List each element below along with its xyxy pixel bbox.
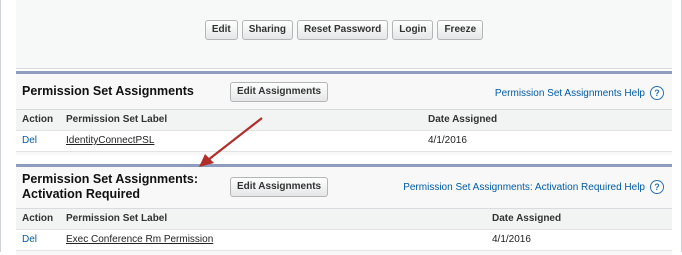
sharing-button[interactable]: Sharing: [241, 20, 293, 40]
column-header-permission-set-label[interactable]: Permission Set Label: [66, 209, 167, 229]
table-header-row: Action Permission Set Label Date Assigne…: [16, 110, 672, 131]
table-row: Del IdentityConnectPSL 4/1/2016: [16, 131, 672, 152]
date-assigned: 4/1/2016: [492, 234, 531, 245]
edit-assignments-button[interactable]: Edit Assignments: [230, 177, 329, 197]
column-header-date-assigned[interactable]: Date Assigned: [428, 110, 497, 130]
login-button[interactable]: Login: [392, 20, 434, 40]
table-header-row: Action Permission Set Label Date Assigne…: [16, 209, 672, 230]
activation-required-section: Permission Set Assignments: Activation R…: [16, 164, 672, 255]
section-title: Permission Set Assignments: Activation R…: [22, 172, 198, 201]
column-header-action: Action: [22, 114, 54, 125]
help-link-group: Permission Set Assignments Help ?: [495, 86, 664, 100]
section-title: Permission Set Assignments: [22, 84, 194, 98]
activation-required-table: Action Permission Set Label Date Assigne…: [16, 208, 672, 251]
help-link[interactable]: Permission Set Assignments: Activation R…: [403, 182, 645, 193]
reset-password-button[interactable]: Reset Password: [296, 20, 389, 40]
help-link-group: Permission Set Assignments: Activation R…: [403, 180, 664, 194]
help-icon[interactable]: ?: [650, 180, 664, 194]
assignments-table: Action Permission Set Label Date Assigne…: [16, 109, 672, 152]
help-link[interactable]: Permission Set Assignments Help: [495, 88, 645, 99]
column-header-date-assigned[interactable]: Date Assigned: [492, 209, 561, 229]
user-action-buttons: Edit Sharing Reset Password Login Freeze: [16, 20, 672, 40]
freeze-button[interactable]: Freeze: [437, 20, 484, 40]
del-link[interactable]: Del: [22, 131, 37, 151]
column-header-permission-set-label[interactable]: Permission Set Label: [66, 110, 167, 130]
help-icon[interactable]: ?: [650, 86, 664, 100]
table-row: Del Exec Conference Rm Permission 4/1/20…: [16, 230, 672, 251]
edit-assignments-button[interactable]: Edit Assignments: [230, 82, 329, 102]
permission-set-link[interactable]: Exec Conference Rm Permission: [66, 230, 213, 250]
edit-button[interactable]: Edit: [204, 20, 238, 40]
del-link[interactable]: Del: [22, 230, 37, 250]
permission-set-link[interactable]: IdentityConnectPSL: [66, 131, 154, 151]
user-detail-top-bar: Edit Sharing Reset Password Login Freeze: [16, 0, 672, 69]
date-assigned: 4/1/2016: [428, 135, 467, 146]
column-header-action: Action: [22, 213, 54, 224]
permission-set-assignments-section: Permission Set Assignments Edit Assignme…: [16, 71, 672, 155]
